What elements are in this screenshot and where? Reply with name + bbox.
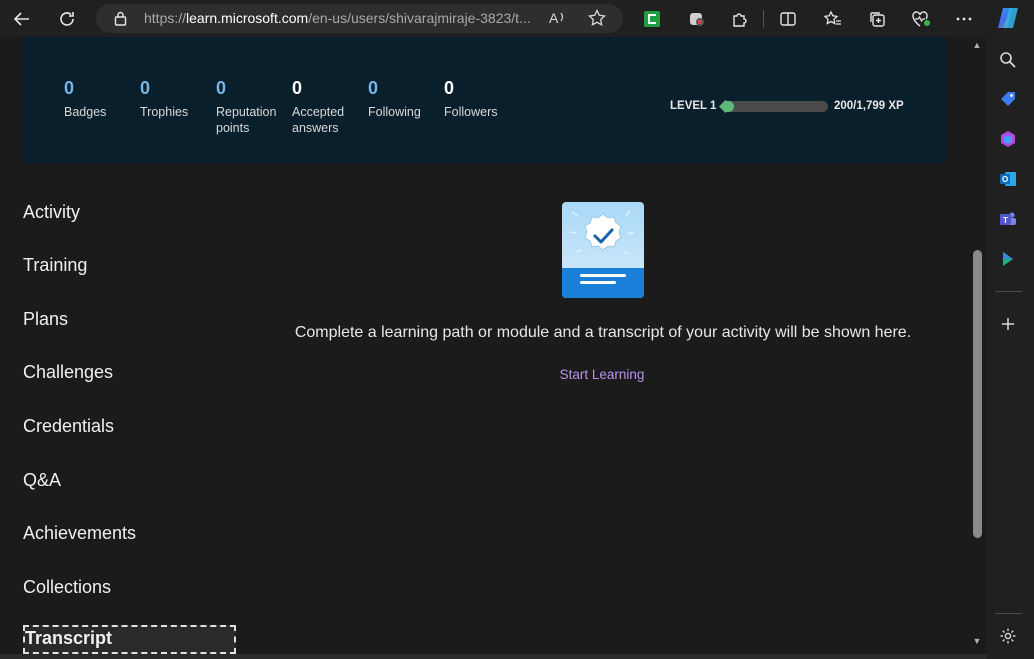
- settings-more-button[interactable]: [950, 5, 978, 33]
- stat-value: 0: [140, 78, 151, 98]
- split-screen-button[interactable]: [774, 5, 802, 33]
- arrow-left-icon: [13, 12, 29, 26]
- stat-trophies[interactable]: 0 Trophies: [140, 77, 214, 120]
- stat-followers: 0 Followers: [444, 77, 518, 120]
- nav-item-achievements[interactable]: Achievements: [23, 522, 136, 544]
- nav-item-challenges[interactable]: Challenges: [23, 361, 113, 383]
- stat-label: Trophies: [140, 105, 189, 119]
- plus-icon: [1002, 318, 1014, 330]
- stat-label: Badges: [64, 105, 107, 119]
- sidebar-settings-button[interactable]: [997, 625, 1019, 647]
- extension-gray-icon: [690, 13, 704, 26]
- sidebar-divider-bottom: [995, 613, 1022, 614]
- nav-item-training[interactable]: Training: [23, 254, 87, 276]
- nav-item-credentials[interactable]: Credentials: [23, 415, 114, 437]
- browser-essentials-button[interactable]: [907, 5, 935, 33]
- profile-header: 0 Badges 0 Trophies 0 Reputation points …: [22, 37, 946, 163]
- stat-following[interactable]: 0 Following: [368, 77, 442, 120]
- sidebar-divider: [995, 291, 1022, 292]
- designer-icon: [1003, 252, 1013, 266]
- stat-label: Accepted answers: [292, 105, 345, 135]
- xp-progress-bar: [722, 101, 828, 112]
- copilot-icon: [998, 8, 1018, 28]
- svg-text:A: A: [549, 10, 559, 26]
- sidebar-outlook-button[interactable]: O: [997, 168, 1019, 190]
- stat-value: 0: [216, 78, 227, 98]
- browser-toolbar: https://learn.microsoft.com/en-us/users/…: [0, 0, 1034, 37]
- copilot-button[interactable]: [993, 3, 1023, 33]
- empty-transcript-message: Complete a learning path or module and a…: [294, 324, 912, 341]
- stat-value: 0: [368, 78, 379, 98]
- url-text[interactable]: https://learn.microsoft.com/en-us/users/…: [144, 10, 531, 26]
- address-bar[interactable]: https://learn.microsoft.com/en-us/users/…: [96, 4, 623, 33]
- stat-label: Following: [368, 105, 421, 119]
- scroll-up-arrow[interactable]: ▲: [972, 40, 982, 50]
- start-learning-link[interactable]: Start Learning: [502, 367, 702, 382]
- split-screen-icon: [780, 12, 796, 26]
- page-bottom-edge: [0, 654, 987, 659]
- sidebar-shopping-button[interactable]: [997, 88, 1019, 110]
- xp-text: 200/1,799 XP: [834, 100, 904, 112]
- hexagon-app-icon: [1001, 131, 1015, 147]
- collections-icon: [870, 12, 885, 27]
- browser-sidebar: O T: [987, 37, 1034, 659]
- nav-item-collections[interactable]: Collections: [23, 576, 111, 598]
- stat-label: Followers: [444, 105, 498, 119]
- sidebar-teams-button[interactable]: T: [997, 208, 1019, 230]
- read-aloud-icon[interactable]: A: [548, 8, 568, 33]
- more-dots-icon: [956, 17, 972, 21]
- teams-icon: T: [1000, 212, 1016, 225]
- level-diamond-icon: [719, 100, 732, 113]
- nav-item-plans[interactable]: Plans: [23, 308, 68, 330]
- stat-value: 0: [444, 78, 455, 98]
- nav-item-transcript[interactable]: Transcript: [23, 625, 236, 654]
- extension-green-button[interactable]: [638, 5, 666, 33]
- sidebar-designer-button[interactable]: [997, 248, 1019, 270]
- extension-gray-button[interactable]: [683, 5, 711, 33]
- heart-pulse-icon: [912, 11, 930, 27]
- lock-icon[interactable]: [114, 11, 127, 31]
- favorites-button[interactable]: [819, 5, 847, 33]
- nav-item-activity[interactable]: Activity: [23, 201, 80, 223]
- back-button[interactable]: [8, 5, 36, 33]
- stat-label: Reputation points: [216, 105, 277, 135]
- page-viewport: 0 Badges 0 Trophies 0 Reputation points …: [0, 37, 987, 654]
- nav-item-qa[interactable]: Q&A: [23, 469, 61, 491]
- refresh-icon: [60, 12, 74, 26]
- favorite-star-icon[interactable]: [588, 8, 606, 32]
- gear-icon: [1000, 628, 1016, 644]
- puzzle-icon: [733, 13, 747, 27]
- search-icon: [1000, 52, 1016, 68]
- extension-green-icon: [644, 11, 660, 27]
- outlook-icon: O: [1000, 172, 1016, 186]
- svg-text:O: O: [1002, 175, 1008, 184]
- sidebar-search-button[interactable]: [997, 49, 1019, 71]
- stat-reputation-points[interactable]: 0 Reputation points: [216, 77, 290, 136]
- shopping-tag-icon: [1001, 92, 1015, 106]
- level-label: LEVEL 1: [670, 100, 717, 112]
- scroll-down-arrow[interactable]: ▼: [972, 636, 982, 646]
- certificate-illustration: [562, 202, 644, 298]
- stat-value: 0: [64, 78, 75, 98]
- favorites-list-icon: [824, 10, 841, 25]
- toolbar-divider: [763, 10, 764, 28]
- svg-text:T: T: [1003, 216, 1008, 225]
- stat-badges[interactable]: 0 Badges: [64, 77, 138, 120]
- extensions-button[interactable]: [726, 5, 754, 33]
- sidebar-add-button[interactable]: [997, 313, 1019, 335]
- sidebar-copilot-button[interactable]: [997, 128, 1019, 150]
- stat-accepted-answers: 0 Accepted answers: [292, 77, 366, 136]
- refresh-button[interactable]: [53, 5, 81, 33]
- collections-button[interactable]: [863, 5, 891, 33]
- scrollbar-thumb[interactable]: [973, 250, 982, 538]
- stat-value: 0: [292, 78, 303, 98]
